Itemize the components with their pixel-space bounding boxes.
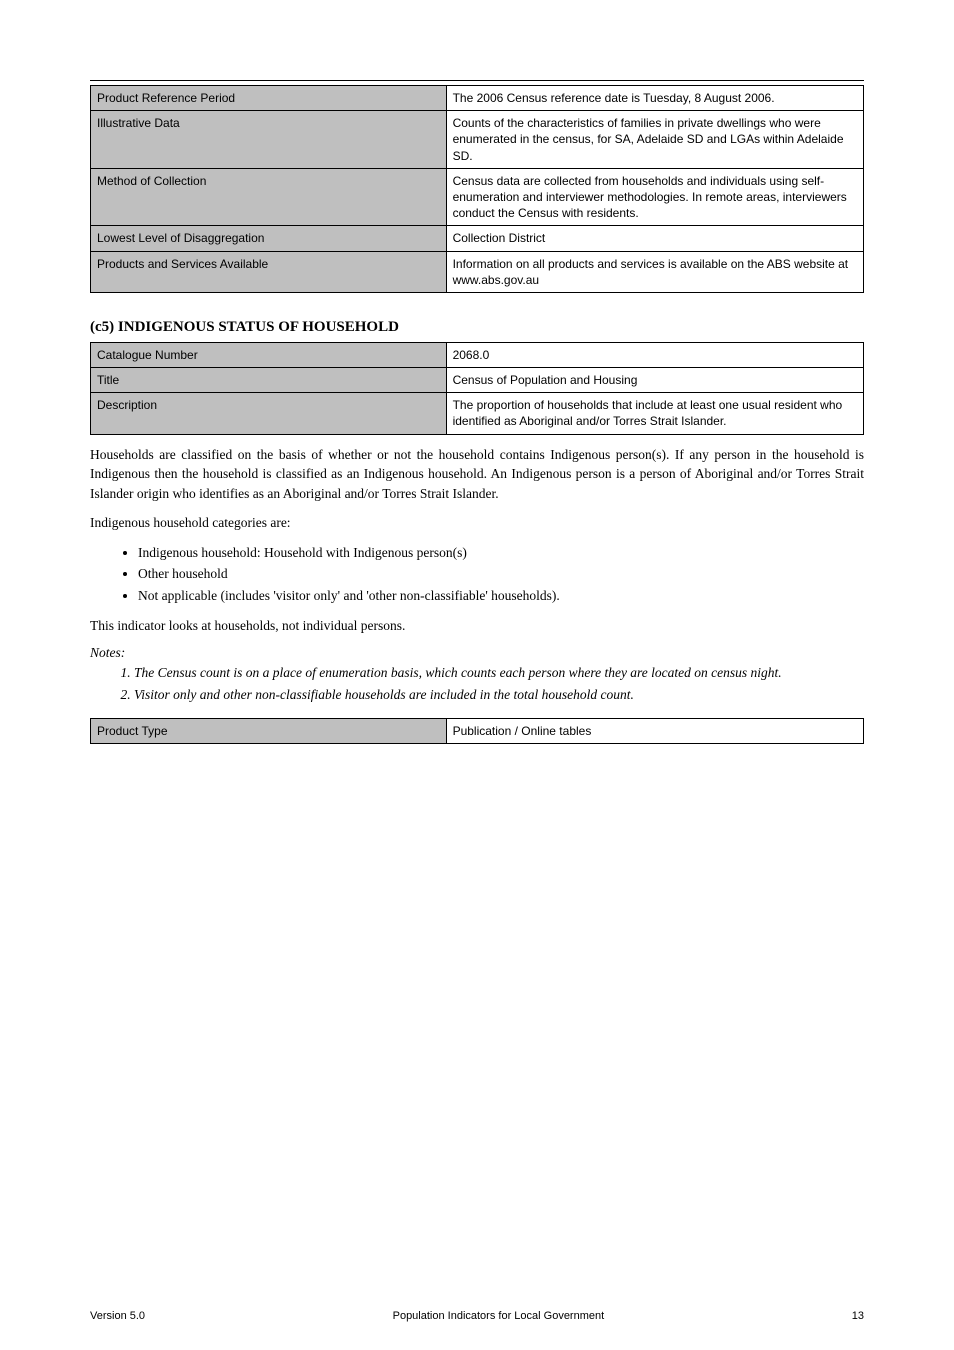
spec-value: Information on all products and services… bbox=[446, 251, 863, 292]
notes-list: The Census count is on a place of enumer… bbox=[90, 663, 864, 704]
spec-table-c5: Catalogue Number 2068.0 Title Census of … bbox=[90, 342, 864, 435]
spec-key: Catalogue Number bbox=[91, 342, 447, 367]
list-item: Not applicable (includes 'visitor only' … bbox=[138, 586, 864, 606]
spec-table-3: Product Type Publication / Online tables bbox=[90, 718, 864, 744]
spec-value: Publication / Online tables bbox=[446, 719, 863, 744]
spec-key: Product Reference Period bbox=[91, 86, 447, 111]
table-row: Title Census of Population and Housing bbox=[91, 368, 864, 393]
spec-key: Title bbox=[91, 368, 447, 393]
table-row: Lowest Level of Disaggregation Collectio… bbox=[91, 226, 864, 251]
spec-value: The proportion of households that includ… bbox=[446, 393, 863, 434]
section-heading-c5: (c5) INDIGENOUS STATUS OF HOUSEHOLD bbox=[90, 319, 864, 336]
footer-right: 13 bbox=[852, 1310, 864, 1322]
table-row: Description The proportion of households… bbox=[91, 393, 864, 434]
spec-value: The 2006 Census reference date is Tuesda… bbox=[446, 86, 863, 111]
spec-value: 2068.0 bbox=[446, 342, 863, 367]
spec-key: Product Type bbox=[91, 719, 447, 744]
table-row: Method of Collection Census data are col… bbox=[91, 168, 864, 226]
table-row: Illustrative Data Counts of the characte… bbox=[91, 111, 864, 169]
list-item: Other household bbox=[138, 564, 864, 584]
spec-key: Method of Collection bbox=[91, 168, 447, 226]
spec-value: Census of Population and Housing bbox=[446, 368, 863, 393]
spec-value: Census data are collected from household… bbox=[446, 168, 863, 226]
footer-center: Population Indicators for Local Governme… bbox=[393, 1310, 605, 1322]
list-item: Indigenous household: Household with Ind… bbox=[138, 543, 864, 563]
list-item: Visitor only and other non-classifiable … bbox=[134, 685, 864, 705]
table-row: Product Type Publication / Online tables bbox=[91, 719, 864, 744]
body-bullets: Indigenous household: Household with Ind… bbox=[90, 543, 864, 606]
spec-key: Lowest Level of Disaggregation bbox=[91, 226, 447, 251]
table-row: Product Reference Period The 2006 Census… bbox=[91, 86, 864, 111]
spec-value: Collection District bbox=[446, 226, 863, 251]
spec-key: Products and Services Available bbox=[91, 251, 447, 292]
list-item: The Census count is on a place of enumer… bbox=[134, 663, 864, 683]
notes-heading: Notes: bbox=[90, 645, 864, 661]
page-footer: Version 5.0 Population Indicators for Lo… bbox=[90, 1310, 864, 1322]
table-row: Catalogue Number 2068.0 bbox=[91, 342, 864, 367]
spec-value: Counts of the characteristics of familie… bbox=[446, 111, 863, 169]
body-paragraph: Indigenous household categories are: bbox=[90, 513, 864, 533]
body-paragraph: Households are classified on the basis o… bbox=[90, 445, 864, 504]
spec-key: Description bbox=[91, 393, 447, 434]
spec-table-1: Product Reference Period The 2006 Census… bbox=[90, 85, 864, 293]
spec-key: Illustrative Data bbox=[91, 111, 447, 169]
body-paragraph: This indicator looks at households, not … bbox=[90, 616, 864, 636]
table-row: Products and Services Available Informat… bbox=[91, 251, 864, 292]
footer-left: Version 5.0 bbox=[90, 1310, 145, 1322]
